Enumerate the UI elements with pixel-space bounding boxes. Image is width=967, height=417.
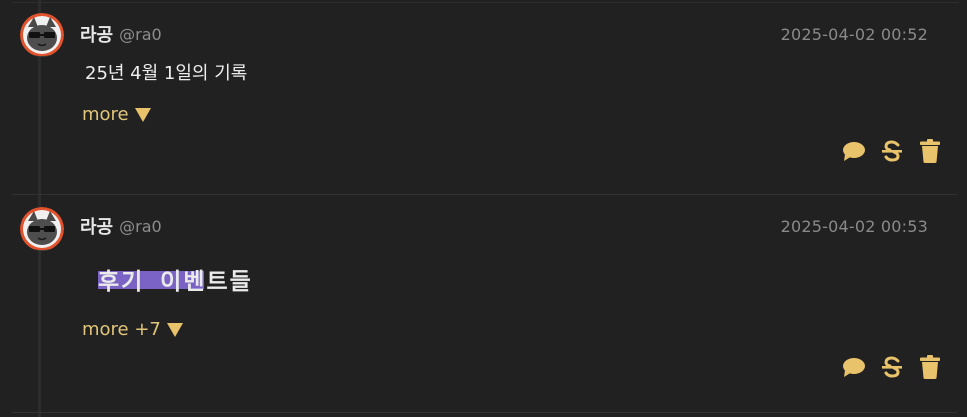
trash-icon <box>920 139 940 163</box>
post-card: 라공 @ra0 2025-04-02 00:52 25년 4월 1일의 기록 m… <box>12 0 957 194</box>
post-card: 라공 @ra0 2025-04-02 00:53 후기 이벤트들 more +7 <box>12 195 957 417</box>
avatar[interactable] <box>20 13 64 57</box>
post-actions <box>842 139 942 163</box>
strikethrough-icon <box>882 140 902 162</box>
more-toggle[interactable]: more <box>82 104 151 125</box>
post-body-text: 후기 이벤트들 <box>98 269 253 295</box>
strikethrough-button[interactable] <box>880 139 904 163</box>
post-body: 후기 이벤트들 <box>98 267 253 295</box>
strikethrough-icon <box>882 356 902 378</box>
comment-button[interactable] <box>842 355 866 379</box>
author-handle[interactable]: @ra0 <box>119 25 162 44</box>
post-timestamp: 2025-04-02 00:53 <box>780 216 928 236</box>
post-header: 라공 @ra0 2025-04-02 00:52 <box>80 21 928 47</box>
author-name[interactable]: 라공 <box>80 213 113 239</box>
comment-button[interactable] <box>842 139 866 163</box>
author-name[interactable]: 라공 <box>80 21 113 47</box>
more-label: more +7 <box>82 319 161 340</box>
post-header: 라공 @ra0 2025-04-02 00:53 <box>80 213 928 239</box>
caret-down-icon <box>134 107 151 122</box>
author-handle[interactable]: @ra0 <box>119 217 162 236</box>
post-timestamp: 2025-04-02 00:52 <box>780 24 928 44</box>
delete-button[interactable] <box>918 355 942 379</box>
strikethrough-button[interactable] <box>880 355 904 379</box>
post-body: 25년 4월 1일의 기록 <box>85 63 248 84</box>
post-divider <box>12 412 957 413</box>
post-feed: 라공 @ra0 2025-04-02 00:52 25년 4월 1일의 기록 m… <box>0 0 967 417</box>
more-toggle[interactable]: more +7 <box>82 319 183 340</box>
cat-avatar-icon <box>20 207 64 251</box>
avatar[interactable] <box>20 207 64 251</box>
delete-button[interactable] <box>918 139 942 163</box>
trash-icon <box>920 355 940 379</box>
post-actions <box>842 355 942 379</box>
comment-icon <box>843 358 865 377</box>
comment-icon <box>843 142 865 161</box>
caret-down-icon <box>166 322 183 337</box>
more-label: more <box>82 104 129 125</box>
cat-avatar-icon <box>20 13 64 57</box>
